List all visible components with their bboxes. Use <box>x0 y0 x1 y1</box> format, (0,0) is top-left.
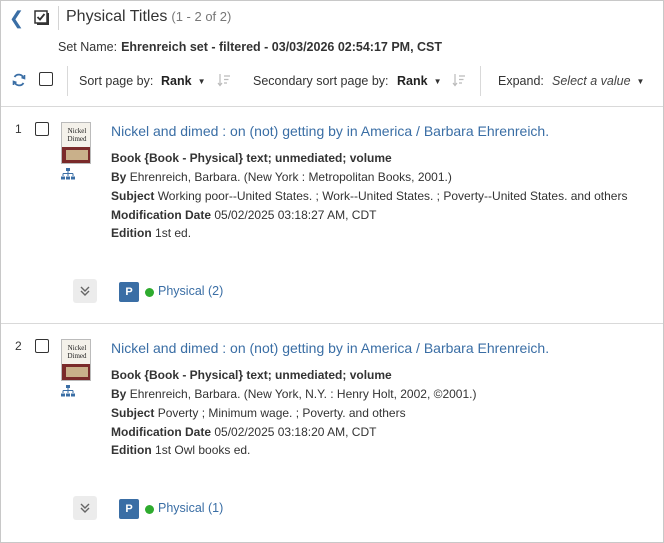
record-item: 2 Nickel Dimed Nickel and dimed : on (no… <box>0 324 664 542</box>
availability-dot <box>145 288 154 297</box>
record-format: Book {Book - Physical} text; unmediated;… <box>111 368 392 382</box>
modification-date-value: 05/02/2025 03:18:20 AM, CDT <box>214 425 377 439</box>
svg-text:Dimed: Dimed <box>67 352 87 360</box>
toolbar-divider <box>480 66 481 96</box>
refresh-icon[interactable] <box>11 72 27 88</box>
set-name-label: Set Name: <box>58 40 118 54</box>
caret-down-icon: ▼ <box>197 77 206 86</box>
edition-value: 1st ed. <box>155 226 192 240</box>
hierarchy-icon[interactable] <box>61 385 75 397</box>
modification-date-label: Modification Date <box>111 208 212 222</box>
by-label: By <box>111 387 127 401</box>
physical-badge: P <box>119 499 139 519</box>
double-chevron-down-icon <box>80 503 90 513</box>
header-divider <box>58 6 59 30</box>
record-format-text: Book {Book - Physical} text; unmediated;… <box>111 151 392 165</box>
record-author: By Ehrenreich, Barbara. (New York, N.Y. … <box>111 387 476 401</box>
record-title-link[interactable]: Nickel and dimed : on (not) getting by i… <box>111 340 549 356</box>
subject-label: Subject <box>111 189 155 203</box>
edition-label: Edition <box>111 226 152 240</box>
set-name-value: Ehrenreich set - filtered - 03/03/2026 0… <box>121 40 443 54</box>
caret-down-icon: ▼ <box>433 77 442 86</box>
physical-badge: P <box>119 282 139 302</box>
record-number: 1 <box>15 122 22 136</box>
record-checkbox[interactable] <box>35 339 49 353</box>
hierarchy-icon[interactable] <box>61 168 75 180</box>
subject-value: Working poor--United States. ; Work--Uni… <box>157 189 628 203</box>
secondary-sort-dropdown[interactable]: Rank ▼ <box>397 74 442 88</box>
select-all-checkbox[interactable] <box>39 72 53 86</box>
caret-down-icon: ▼ <box>636 77 645 86</box>
modification-date-value: 05/02/2025 03:18:27 AM, CDT <box>214 208 377 222</box>
subject-label: Subject <box>111 406 155 420</box>
record-edition: Edition 1st Owl books ed. <box>111 443 250 457</box>
edition-label: Edition <box>111 443 152 457</box>
back-chevron-icon[interactable]: ❮ <box>9 8 25 28</box>
result-count: (1 - 2 of 2) <box>171 9 232 24</box>
subject-value: Poverty ; Minimum wage. ; Poverty. and o… <box>157 406 406 420</box>
double-chevron-down-icon <box>80 286 90 296</box>
secondary-sort-value: Rank <box>397 74 428 88</box>
set-name: Set Name: Ehrenreich set - filtered - 03/… <box>58 40 442 54</box>
record-number: 2 <box>15 339 22 353</box>
record-modification-date: Modification Date 05/02/2025 03:18:27 AM… <box>111 208 376 222</box>
sort-order-icon[interactable] <box>217 73 231 87</box>
toolbar-divider <box>67 66 68 96</box>
svg-text:Nickel: Nickel <box>68 127 87 135</box>
record-modification-date: Modification Date 05/02/2025 03:18:20 AM… <box>111 425 376 439</box>
checkbox-menu-icon[interactable] <box>34 10 50 26</box>
record-author: By Ehrenreich, Barbara. (New York : Metr… <box>111 170 452 184</box>
expand-dropdown[interactable]: Select a value ▼ <box>552 74 644 88</box>
sort-value: Rank <box>161 74 192 88</box>
secondary-sort-label: Secondary sort page by: <box>253 74 389 88</box>
by-value: Ehrenreich, Barbara. (New York, N.Y. : H… <box>129 387 477 401</box>
record-subject: Subject Working poor--United States. ; W… <box>111 189 627 203</box>
record-format: Book {Book - Physical} text; unmediated;… <box>111 151 392 165</box>
by-value: Ehrenreich, Barbara. (New York : Metropo… <box>129 170 452 184</box>
physical-inventory-link[interactable]: Physical (2) <box>158 284 223 298</box>
record-format-text: Book {Book - Physical} text; unmediated;… <box>111 368 392 382</box>
secondary-sort-order-icon[interactable] <box>452 73 466 87</box>
availability-dot <box>145 505 154 514</box>
sort-label: Sort page by: <box>79 74 154 88</box>
record-edition: Edition 1st ed. <box>111 226 191 240</box>
edition-value: 1st Owl books ed. <box>155 443 251 457</box>
physical-inventory-link[interactable]: Physical (1) <box>158 501 223 515</box>
expand-label: Expand: <box>498 74 544 88</box>
by-label: By <box>111 170 127 184</box>
expand-placeholder: Select a value <box>552 74 631 88</box>
expand-record-button[interactable] <box>73 279 97 303</box>
record-subject: Subject Poverty ; Minimum wage. ; Povert… <box>111 406 406 420</box>
record-title-link[interactable]: Nickel and dimed : on (not) getting by i… <box>111 123 549 139</box>
book-cover-thumbnail[interactable]: Nickel Dimed <box>61 339 91 381</box>
book-cover-thumbnail[interactable]: Nickel Dimed <box>61 122 91 164</box>
expand-record-button[interactable] <box>73 496 97 520</box>
modification-date-label: Modification Date <box>111 425 212 439</box>
record-checkbox[interactable] <box>35 122 49 136</box>
svg-text:Nickel: Nickel <box>68 344 87 352</box>
record-item: 1 Nickel Dimed Nickel and dimed : on (no… <box>0 107 664 323</box>
page-title: Physical Titles (1 - 2 of 2) <box>66 8 231 26</box>
sort-dropdown[interactable]: Rank ▼ <box>161 74 206 88</box>
svg-text:Dimed: Dimed <box>67 135 87 143</box>
page-title-text: Physical Titles <box>66 8 168 25</box>
